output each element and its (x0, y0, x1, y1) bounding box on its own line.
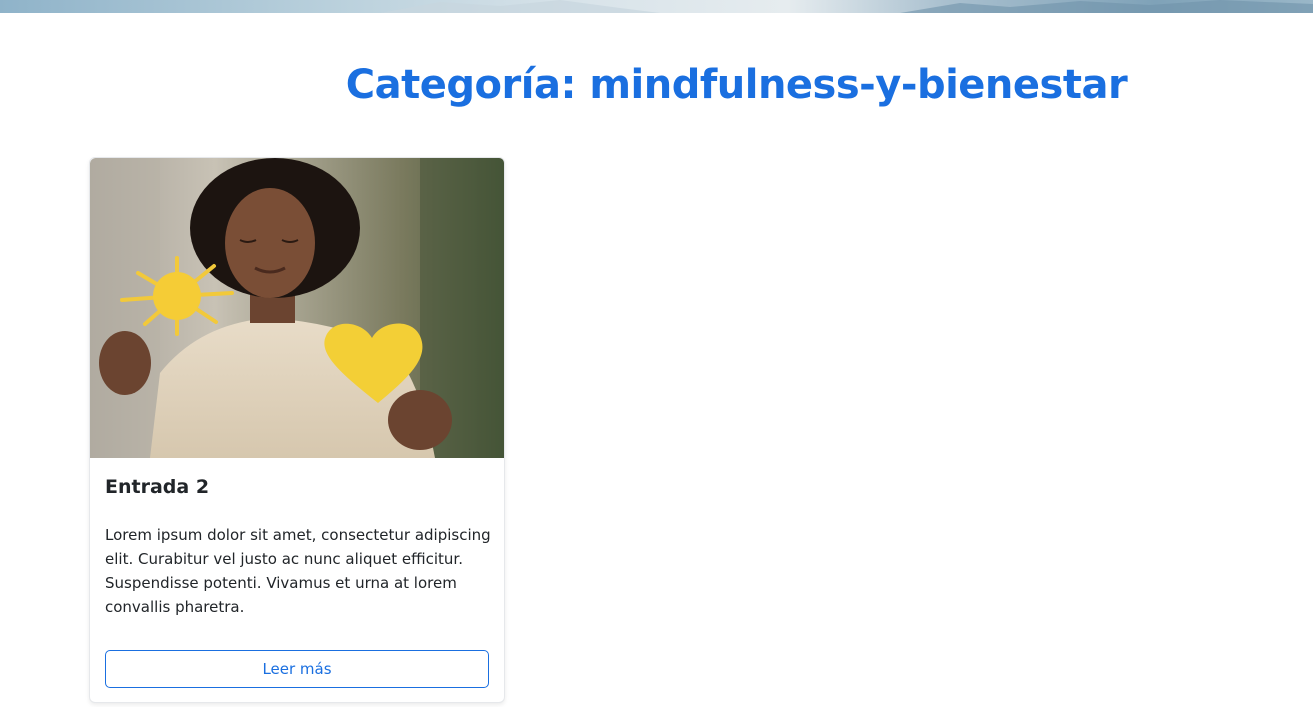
read-more-button[interactable]: Leer más (105, 650, 489, 688)
post-card: Entrada 2 Lorem ipsum dolor sit amet, co… (89, 157, 505, 703)
post-title[interactable]: Entrada 2 (105, 476, 209, 498)
page-title: Categoría: mindfulness-y-bienestar (345, 62, 1128, 108)
post-thumbnail[interactable] (90, 158, 504, 458)
hero-banner-strip (0, 0, 1313, 13)
post-excerpt: Lorem ipsum dolor sit amet, consectetur … (105, 526, 491, 616)
